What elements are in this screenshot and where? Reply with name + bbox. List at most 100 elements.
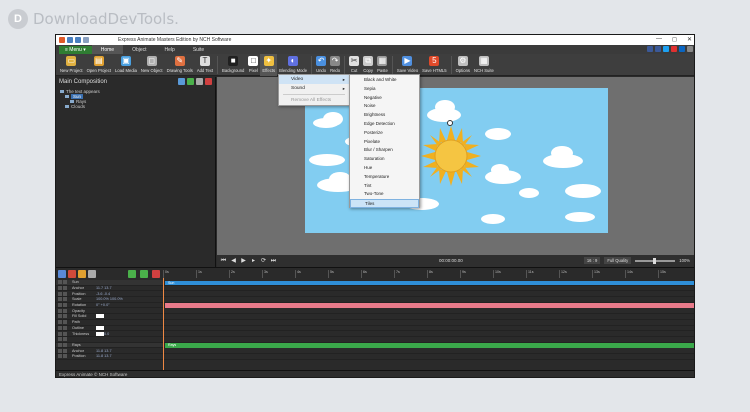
help-icon[interactable] — [687, 46, 693, 52]
menu-item-video[interactable]: Video ▸ — [279, 75, 349, 84]
submenu-item-temperature[interactable]: Temperature — [350, 173, 419, 182]
lock-toggle-icon[interactable] — [63, 291, 67, 296]
visibility-toggle-icon[interactable] — [58, 320, 62, 325]
undo-quick-icon[interactable] — [75, 37, 81, 43]
open-project-button[interactable]: ▤ Open Project — [85, 54, 113, 76]
color-swatch[interactable] — [96, 314, 104, 319]
submenu-item-pixelate[interactable]: Pixelate — [350, 138, 419, 147]
submenu-item-tiles[interactable]: Tiles — [350, 199, 419, 208]
add-layer-icon[interactable] — [187, 78, 194, 85]
property-value[interactable]: 11.8 13.7 — [96, 349, 112, 353]
blending-mode-button[interactable]: ◐ Blending Mode — [277, 54, 309, 76]
quality-select[interactable]: Full Quality — [604, 257, 632, 264]
color-swatch[interactable] — [96, 331, 104, 336]
maximize-button[interactable]: ◻ — [672, 36, 677, 43]
loop-icon[interactable]: ⟳ — [260, 258, 267, 265]
submenu-item-brightness[interactable]: Brightness — [350, 111, 419, 120]
submenu-item-blur-sharpen[interactable]: Blur / Sharpen — [350, 146, 419, 155]
timeline-add-icon[interactable] — [58, 270, 66, 278]
linkedin-icon[interactable] — [679, 46, 685, 52]
submenu-item-negative[interactable]: Negative — [350, 94, 419, 103]
zoom-slider[interactable] — [635, 257, 676, 264]
timeline-delete-icon[interactable] — [68, 270, 76, 278]
visibility-toggle-icon[interactable] — [58, 291, 62, 296]
like-icon[interactable] — [647, 46, 653, 52]
timeline-track[interactable] — [163, 354, 694, 360]
aspect-ratio-select[interactable]: 16 : 9 — [583, 257, 601, 264]
lock-toggle-icon[interactable] — [63, 325, 67, 330]
visibility-toggle-icon[interactable] — [58, 337, 62, 342]
submenu-item-saturation[interactable]: Saturation — [350, 155, 419, 164]
lock-toggle-icon[interactable] — [63, 280, 67, 285]
submenu-item-edge-detection[interactable]: Edge Detection — [350, 120, 419, 129]
menu-item-sound[interactable]: Sound ▸ — [279, 84, 349, 93]
submenu-item-hue[interactable]: Hue — [350, 164, 419, 173]
tab-home[interactable]: Home — [91, 45, 124, 54]
lock-toggle-icon[interactable] — [63, 320, 67, 325]
lock-toggle-icon[interactable] — [63, 331, 67, 336]
paste-button[interactable]: ▦ Paste — [375, 54, 390, 76]
lock-toggle-icon[interactable] — [63, 337, 67, 342]
visibility-toggle-icon[interactable] — [58, 331, 62, 336]
visibility-toggle-icon[interactable] — [58, 325, 62, 330]
track-clip[interactable]: Sun — [165, 280, 694, 285]
property-value[interactable]: 11.7 13.7 — [96, 286, 112, 290]
submenu-item-tint[interactable]: Tint — [350, 182, 419, 191]
submenu-item-sepia[interactable]: Sepia — [350, 85, 419, 94]
move-down-icon[interactable] — [140, 270, 148, 278]
undo-button[interactable]: ↶ Undo — [314, 54, 328, 76]
lock-toggle-icon[interactable] — [63, 314, 67, 319]
skip-start-icon[interactable]: ⏮ — [220, 258, 227, 265]
drawing-tools-button[interactable]: ✎ Drawing Tools — [165, 54, 195, 76]
visibility-toggle-icon[interactable] — [58, 314, 62, 319]
visibility-toggle-icon[interactable] — [58, 348, 62, 353]
playhead[interactable] — [163, 278, 164, 371]
twitter-icon[interactable] — [663, 46, 669, 52]
time-ruler[interactable]: 0s 1s 2s 3s 4s 5s 6s 7s 8s 9s 10s 11s 12s 13s 14s 15s — [163, 270, 694, 278]
main-menu-button[interactable]: ≡ Menu ▾ — [59, 45, 92, 54]
delete-icon[interactable] — [205, 78, 212, 85]
tab-object[interactable]: Object — [123, 45, 155, 54]
submenu-item-posterize[interactable]: Posterize — [350, 129, 419, 138]
lock-toggle-icon[interactable] — [63, 348, 67, 353]
save-video-button[interactable]: ▶ Save Video — [395, 54, 420, 76]
tab-suite[interactable]: Suite — [184, 45, 213, 54]
visibility-toggle-icon[interactable] — [58, 308, 62, 313]
redo-quick-icon[interactable] — [83, 37, 89, 43]
visibility-toggle-icon[interactable] — [58, 303, 62, 308]
facebook-icon[interactable] — [655, 46, 661, 52]
color-swatch[interactable] — [96, 325, 104, 330]
remove-keyframe-icon[interactable] — [152, 270, 160, 278]
close-button[interactable]: ✕ — [687, 36, 692, 43]
effects-button[interactable]: ✦ Effects — [260, 54, 278, 76]
property-value[interactable]: 100.0% 100.0% — [96, 297, 123, 301]
visibility-toggle-icon[interactable] — [58, 342, 62, 347]
property-value[interactable]: -3.6 -0.4 — [96, 292, 110, 296]
tree-item[interactable]: Clouds — [60, 104, 100, 109]
tab-help[interactable]: Help — [156, 45, 184, 54]
background-button[interactable]: ■ Background — [220, 54, 246, 76]
lock-toggle-icon[interactable] — [63, 354, 67, 359]
lock-toggle-icon[interactable] — [63, 303, 67, 308]
cut-button[interactable]: ✂ Cut — [347, 54, 361, 76]
move-up-icon[interactable] — [128, 270, 136, 278]
play-icon[interactable]: ▶ — [240, 258, 247, 265]
step-forward-icon[interactable]: ▸ — [250, 258, 257, 265]
options-button[interactable]: ⚙ Options — [454, 54, 472, 76]
load-media-button[interactable]: ▣ Load Media — [113, 54, 139, 76]
copy-button[interactable]: ⧉ Copy — [361, 54, 375, 76]
lock-toggle-icon[interactable] — [63, 297, 67, 302]
visibility-toggle-icon[interactable] — [58, 354, 62, 359]
step-back-icon[interactable]: ◀ — [230, 258, 237, 265]
redo-button[interactable]: ↷ Redo — [328, 54, 342, 76]
track-clip[interactable]: Rays — [165, 343, 694, 348]
nch-suite-button[interactable]: ▦ NCH Suite — [472, 54, 496, 76]
new-object-button[interactable]: ◻ New Object — [139, 54, 165, 76]
new-project-button[interactable]: ▭ New Project — [58, 54, 85, 76]
visibility-toggle-icon[interactable] — [58, 286, 62, 291]
duplicate-icon[interactable] — [196, 78, 203, 85]
timeline-settings-icon[interactable] — [88, 270, 96, 278]
visibility-toggle-icon[interactable] — [58, 280, 62, 285]
add-composition-icon[interactable] — [178, 78, 185, 85]
lock-toggle-icon[interactable] — [63, 308, 67, 313]
